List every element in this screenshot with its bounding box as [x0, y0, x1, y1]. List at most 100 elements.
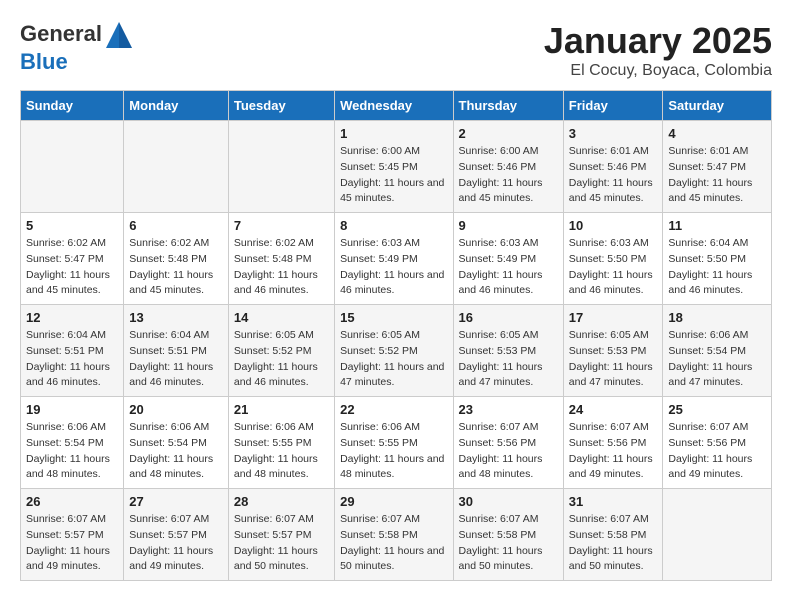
day-info: Sunrise: 6:02 AMSunset: 5:47 PMDaylight:… [26, 236, 118, 299]
table-row: 7 Sunrise: 6:02 AMSunset: 5:48 PMDaylight… [228, 213, 334, 305]
day-number: 4 [668, 126, 766, 141]
calendar-week-row: 1Sunrise: 6:00 AMSunset: 5:45 PMDaylight… [21, 121, 772, 213]
table-row: 20 Sunrise: 6:06 AMSunset: 5:54 PMDayligh… [124, 397, 229, 489]
calendar-header-row: Sunday Monday Tuesday Wednesday Thursday… [21, 91, 772, 121]
table-row: 25Sunrise: 6:07 AMSunset: 5:56 PMDayligh… [663, 397, 772, 489]
col-thursday: Thursday [453, 91, 563, 121]
table-row: 23 Sunrise: 6:07 AMSunset: 5:56 PMDayligh… [453, 397, 563, 489]
logo: General Blue [20, 20, 134, 74]
day-info: Sunrise: 6:07 AMSunset: 5:58 PMDaylight:… [569, 512, 658, 575]
day-number: 17 [569, 310, 658, 325]
table-row: 1Sunrise: 6:00 AMSunset: 5:45 PMDaylight… [335, 121, 453, 213]
day-number: 8 [340, 218, 447, 233]
table-row: 9Sunrise: 6:03 AMSunset: 5:49 PMDaylight… [453, 213, 563, 305]
day-info: Sunrise: 6:02 AMSunset: 5:48 PMDaylight:… [234, 236, 329, 299]
day-info: Sunrise: 6:06 AMSunset: 5:54 PMDaylight:… [668, 328, 766, 391]
logo-icon [104, 20, 134, 50]
day-info: Sunrise: 6:03 AMSunset: 5:49 PMDaylight:… [340, 236, 447, 299]
calendar-week-row: 5 Sunrise: 6:02 AMSunset: 5:47 PMDaylight… [21, 213, 772, 305]
day-number: 7 [234, 218, 329, 233]
table-row [663, 489, 772, 581]
table-row: 5 Sunrise: 6:02 AMSunset: 5:47 PMDaylight… [21, 213, 124, 305]
col-wednesday: Wednesday [335, 91, 453, 121]
table-row [124, 121, 229, 213]
day-number: 6 [129, 218, 223, 233]
table-row: 2 Sunrise: 6:00 AMSunset: 5:46 PMDaylight… [453, 121, 563, 213]
day-info: Sunrise: 6:07 AMSunset: 5:57 PMDaylight:… [26, 512, 118, 575]
day-number: 27 [129, 494, 223, 509]
day-number: 5 [26, 218, 118, 233]
table-row: 24Sunrise: 6:07 AMSunset: 5:56 PMDayligh… [563, 397, 663, 489]
calendar-title: January 2025 [544, 20, 772, 62]
day-number: 12 [26, 310, 118, 325]
title-block: January 2025 El Cocuy, Boyaca, Colombia [544, 20, 772, 80]
table-row: 28 Sunrise: 6:07 AMSunset: 5:57 PMDayligh… [228, 489, 334, 581]
day-info: Sunrise: 6:07 AMSunset: 5:58 PMDaylight:… [340, 512, 447, 575]
table-row: 13 Sunrise: 6:04 AMSunset: 5:51 PMDayligh… [124, 305, 229, 397]
table-row: 19 Sunrise: 6:06 AMSunset: 5:54 PMDayligh… [21, 397, 124, 489]
day-info: Sunrise: 6:07 AMSunset: 5:57 PMDaylight:… [129, 512, 223, 575]
day-info: Sunrise: 6:07 AMSunset: 5:58 PMDaylight:… [459, 512, 558, 575]
table-row: 27 Sunrise: 6:07 AMSunset: 5:57 PMDayligh… [124, 489, 229, 581]
calendar-week-row: 19 Sunrise: 6:06 AMSunset: 5:54 PMDayligh… [21, 397, 772, 489]
day-info: Sunrise: 6:03 AMSunset: 5:50 PMDaylight:… [569, 236, 658, 299]
col-saturday: Saturday [663, 91, 772, 121]
table-row: 30 Sunrise: 6:07 AMSunset: 5:58 PMDayligh… [453, 489, 563, 581]
day-info: Sunrise: 6:07 AMSunset: 5:57 PMDaylight:… [234, 512, 329, 575]
calendar-week-row: 26 Sunrise: 6:07 AMSunset: 5:57 PMDayligh… [21, 489, 772, 581]
day-info: Sunrise: 6:04 AMSunset: 5:51 PMDaylight:… [26, 328, 118, 391]
table-row: 8 Sunrise: 6:03 AMSunset: 5:49 PMDaylight… [335, 213, 453, 305]
table-row: 17 Sunrise: 6:05 AMSunset: 5:53 PMDayligh… [563, 305, 663, 397]
day-number: 18 [668, 310, 766, 325]
day-number: 21 [234, 402, 329, 417]
calendar-table: Sunday Monday Tuesday Wednesday Thursday… [20, 90, 772, 581]
col-friday: Friday [563, 91, 663, 121]
table-row: 14Sunrise: 6:05 AMSunset: 5:52 PMDayligh… [228, 305, 334, 397]
day-number: 15 [340, 310, 447, 325]
logo-general: General [20, 21, 102, 46]
day-info: Sunrise: 6:05 AMSunset: 5:52 PMDaylight:… [234, 328, 329, 391]
day-info: Sunrise: 6:06 AMSunset: 5:54 PMDaylight:… [26, 420, 118, 483]
table-row: 6 Sunrise: 6:02 AMSunset: 5:48 PMDaylight… [124, 213, 229, 305]
day-number: 11 [668, 218, 766, 233]
table-row: 22Sunrise: 6:06 AMSunset: 5:55 PMDayligh… [335, 397, 453, 489]
day-number: 16 [459, 310, 558, 325]
col-sunday: Sunday [21, 91, 124, 121]
day-number: 3 [569, 126, 658, 141]
table-row: 4Sunrise: 6:01 AMSunset: 5:47 PMDaylight… [663, 121, 772, 213]
day-info: Sunrise: 6:05 AMSunset: 5:53 PMDaylight:… [569, 328, 658, 391]
day-number: 13 [129, 310, 223, 325]
logo-blue: Blue [20, 49, 68, 74]
day-number: 30 [459, 494, 558, 509]
day-info: Sunrise: 6:03 AMSunset: 5:49 PMDaylight:… [459, 236, 558, 299]
day-info: Sunrise: 6:00 AMSunset: 5:46 PMDaylight:… [459, 144, 558, 207]
day-number: 31 [569, 494, 658, 509]
day-number: 22 [340, 402, 447, 417]
day-info: Sunrise: 6:01 AMSunset: 5:46 PMDaylight:… [569, 144, 658, 207]
table-row: 26 Sunrise: 6:07 AMSunset: 5:57 PMDayligh… [21, 489, 124, 581]
day-number: 2 [459, 126, 558, 141]
table-row: 16Sunrise: 6:05 AMSunset: 5:53 PMDayligh… [453, 305, 563, 397]
table-row: 3 Sunrise: 6:01 AMSunset: 5:46 PMDaylight… [563, 121, 663, 213]
table-row: 31 Sunrise: 6:07 AMSunset: 5:58 PMDayligh… [563, 489, 663, 581]
table-row: 21 Sunrise: 6:06 AMSunset: 5:55 PMDayligh… [228, 397, 334, 489]
table-row [228, 121, 334, 213]
day-number: 25 [668, 402, 766, 417]
table-row [21, 121, 124, 213]
day-number: 28 [234, 494, 329, 509]
day-info: Sunrise: 6:06 AMSunset: 5:54 PMDaylight:… [129, 420, 223, 483]
calendar-subtitle: El Cocuy, Boyaca, Colombia [544, 62, 772, 80]
day-info: Sunrise: 6:02 AMSunset: 5:48 PMDaylight:… [129, 236, 223, 299]
day-number: 10 [569, 218, 658, 233]
day-info: Sunrise: 6:06 AMSunset: 5:55 PMDaylight:… [234, 420, 329, 483]
table-row: 15Sunrise: 6:05 AMSunset: 5:52 PMDayligh… [335, 305, 453, 397]
day-info: Sunrise: 6:04 AMSunset: 5:51 PMDaylight:… [129, 328, 223, 391]
day-number: 29 [340, 494, 447, 509]
day-number: 23 [459, 402, 558, 417]
day-number: 26 [26, 494, 118, 509]
table-row: 12 Sunrise: 6:04 AMSunset: 5:51 PMDayligh… [21, 305, 124, 397]
day-info: Sunrise: 6:07 AMSunset: 5:56 PMDaylight:… [459, 420, 558, 483]
day-number: 19 [26, 402, 118, 417]
page-header: General Blue January 2025 El Cocuy, Boya… [20, 20, 772, 80]
day-number: 20 [129, 402, 223, 417]
